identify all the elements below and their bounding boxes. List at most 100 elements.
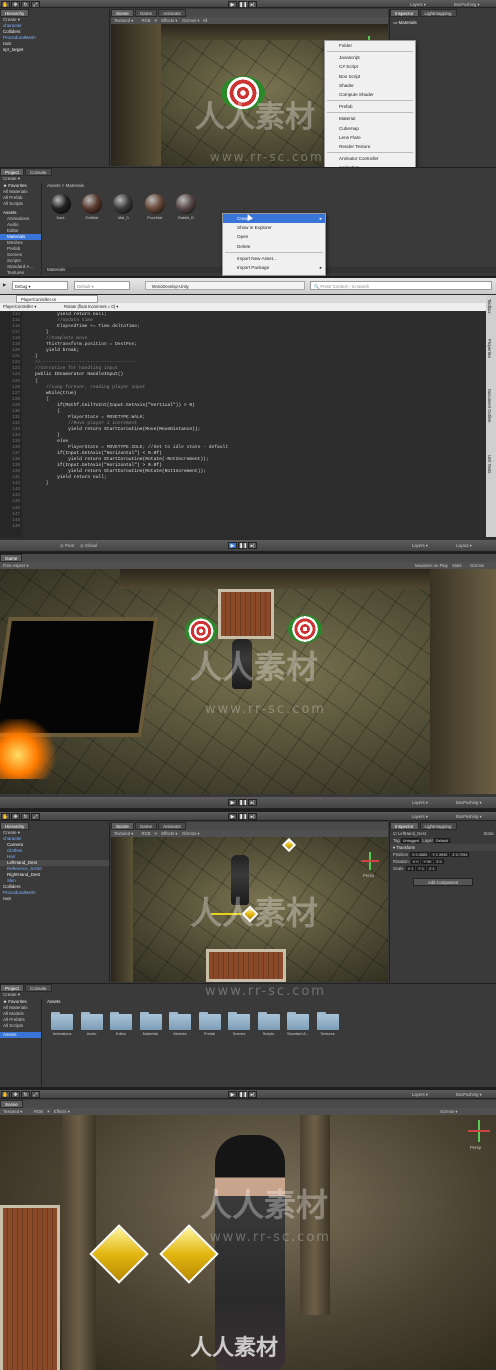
folder-tile[interactable]: Audio xyxy=(78,1012,106,1036)
dock-tab-unit-tests[interactable]: Unit Tests xyxy=(487,455,492,473)
rot-z-field[interactable]: Z 0 xyxy=(434,859,444,864)
shading-dropdown[interactable]: Textured xyxy=(114,831,130,836)
move-tool-icon[interactable]: ✥ xyxy=(11,813,20,820)
pos-y-field[interactable]: Y 1.3992 xyxy=(430,852,450,857)
folder-tile[interactable]: Textures xyxy=(314,1012,342,1036)
transform-header[interactable]: ▾ Transform xyxy=(390,844,496,851)
layout-dropdown[interactable]: BoxPushing ▾ xyxy=(456,1092,482,1097)
tab-game[interactable]: Game xyxy=(134,822,158,830)
gizmos-dropdown[interactable]: Gizmos ▾ xyxy=(440,1108,457,1115)
effects-dropdown[interactable]: Effects xyxy=(161,18,174,23)
layout-dropdown[interactable]: BoxPushing ▾ xyxy=(454,2,480,7)
material-tile[interactable]: FloorMat xyxy=(140,194,169,220)
rotate-tool-icon[interactable]: ↻ xyxy=(21,1091,30,1098)
run-button[interactable]: ▶ xyxy=(3,282,6,287)
play-icon[interactable]: ▶ xyxy=(228,1,237,8)
global-toggle[interactable]: ◎ Global xyxy=(80,543,97,548)
play-icon[interactable]: ▶ xyxy=(228,799,237,806)
rgb-toggle[interactable]: RGB xyxy=(141,18,150,23)
move-tool-icon[interactable]: ✥ xyxy=(11,1091,20,1098)
tab-console[interactable]: Console xyxy=(25,984,52,992)
effects-dropdown[interactable]: Effects xyxy=(161,831,174,836)
rotate-tool-icon[interactable]: ↻ xyxy=(21,1,30,8)
menu-item-shader[interactable]: Shader xyxy=(325,81,415,90)
layers-dropdown[interactable]: Layers ▾ xyxy=(412,543,428,548)
tab-lightmapping[interactable]: Lightmapping xyxy=(419,9,457,17)
asset-folder[interactable]: Textures xyxy=(0,270,41,276)
gizmos-toggle[interactable]: Gizmos xyxy=(470,562,484,569)
stats-toggle[interactable]: Stats xyxy=(452,562,462,569)
material-tile[interactable]: Dark xyxy=(46,194,75,220)
code-area[interactable]: yield return null; //Update time Elapsed… xyxy=(24,312,486,537)
tab-project[interactable]: Project xyxy=(0,984,25,992)
tab-animator[interactable]: Animator xyxy=(158,822,187,830)
shading-dropdown[interactable]: Textured xyxy=(114,18,130,23)
step-icon[interactable]: ▸| xyxy=(248,1,257,8)
menu-item-boo-script[interactable]: Boo Script xyxy=(325,72,415,81)
tab-console[interactable]: Console xyxy=(25,168,52,176)
layers-dropdown[interactable]: Layers ▾ xyxy=(412,1092,428,1097)
menu-item-import-package[interactable]: Import Package ▸ xyxy=(223,263,325,272)
pause-icon[interactable]: ❚❚ xyxy=(238,1,247,8)
platform-dropdown[interactable]: Default ▾ xyxy=(74,281,130,290)
layers-dropdown[interactable]: Layers ▾ xyxy=(410,2,426,7)
scene-orientation-gizmo[interactable] xyxy=(468,1120,490,1142)
play-icon[interactable]: ▶ xyxy=(228,813,237,820)
menu-item-lens-flare[interactable]: Lens Flare xyxy=(325,133,415,142)
menu-item-prefab[interactable]: Prefab xyxy=(325,102,415,111)
folder-tile[interactable]: Animations xyxy=(48,1012,76,1036)
pause-icon[interactable]: ❚❚ xyxy=(238,542,247,549)
rot-x-field[interactable]: X 0 xyxy=(410,859,421,864)
selected-folder[interactable]: ▭ Materials xyxy=(390,20,496,26)
method-crumb[interactable]: Rotate (float Increment = 0) ▾ xyxy=(64,304,118,309)
folder-tile[interactable]: Materials xyxy=(137,1012,165,1036)
rot-y-field[interactable]: Y 90 xyxy=(421,859,434,864)
transform-tools[interactable]: ✋ ✥ ↻ ⤢ xyxy=(1,813,41,820)
aspect-dropdown[interactable]: Free Aspect xyxy=(3,563,25,568)
scale-tool-icon[interactable]: ⤢ xyxy=(31,1091,40,1098)
hierarchy-item[interactable]: root xyxy=(0,896,109,902)
fav-item[interactable]: All Scripts xyxy=(0,1023,41,1029)
layout-dropdown[interactable]: Layout ▾ xyxy=(456,543,472,548)
material-tile[interactable]: Rabbit_D xyxy=(172,194,201,220)
layout-dropdown[interactable]: BoxPushing ▾ xyxy=(456,800,482,805)
menu-item-cubemap[interactable]: Cubemap xyxy=(325,124,415,133)
assets-root[interactable]: Assets xyxy=(0,1032,41,1038)
menu-item-folder[interactable]: Folder xyxy=(325,41,415,50)
menu-item-compute-shader[interactable]: Compute Shader xyxy=(325,90,415,99)
material-tile[interactable]: ExitMat xyxy=(77,194,106,220)
tab-animator[interactable]: Animator xyxy=(158,9,187,17)
play-icon[interactable]: ▶ xyxy=(228,542,237,549)
menu-item-import-new-asset[interactable]: Import New Asset... xyxy=(223,254,325,263)
hand-tool-icon[interactable]: ✋ xyxy=(1,813,10,820)
shading-dropdown[interactable]: Textured xyxy=(3,1109,19,1114)
menu-item-delete[interactable]: Delete xyxy=(223,242,325,251)
step-icon[interactable]: ▸| xyxy=(248,799,257,806)
gizmos-dropdown[interactable]: Gizmos xyxy=(182,18,196,23)
scale-x-field[interactable]: X 1 xyxy=(405,866,416,871)
dock-tab-properties[interactable]: Properties xyxy=(487,339,492,358)
transform-tools[interactable]: ✋ ✥ ↻ ⤢ xyxy=(1,1,41,8)
rotate-tool-icon[interactable]: ↻ xyxy=(21,813,30,820)
tab-game[interactable]: Game xyxy=(0,554,23,562)
static-toggle[interactable]: Static xyxy=(484,830,494,837)
add-component-button[interactable]: Add Component xyxy=(413,878,473,886)
menu-item-create[interactable]: Create ▸ xyxy=(223,214,325,224)
rgb-toggle[interactable]: RGB xyxy=(34,1109,43,1114)
hierarchy-item[interactable]: spr_target xyxy=(0,47,109,53)
tab-lightmapping[interactable]: Lightmapping xyxy=(419,822,457,830)
menu-item-render-texture[interactable]: Render Texture xyxy=(325,142,415,151)
pause-icon[interactable]: ❚❚ xyxy=(238,1091,247,1098)
step-icon[interactable]: ▸| xyxy=(248,542,257,549)
fav-item[interactable]: All Scripts xyxy=(0,201,41,207)
tag-dropdown[interactable]: Untagged xyxy=(400,838,422,843)
pivot-toggle[interactable]: ◎ Pivot xyxy=(60,543,74,548)
object-header[interactable]: ☑ LeftHand_Dest Static xyxy=(390,830,496,837)
folder-tile[interactable]: Scripts xyxy=(255,1012,283,1036)
project-create[interactable]: Create ▾ xyxy=(0,176,496,182)
scale-z-field[interactable]: Z 1 xyxy=(427,866,437,871)
dock-tab-toolbox[interactable]: Toolbox xyxy=(487,299,492,313)
hand-tool-icon[interactable]: ✋ xyxy=(1,1091,10,1098)
config-dropdown[interactable]: Debug ▾ xyxy=(12,281,68,290)
search-all[interactable]: All xyxy=(203,18,208,23)
